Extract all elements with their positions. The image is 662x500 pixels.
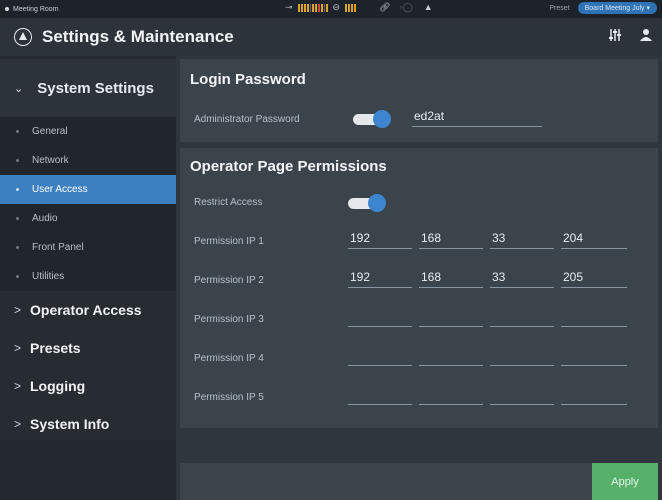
chevron-right-icon: > [14,379,22,393]
sidebar-section-operator-access[interactable]: > Operator Access [0,291,176,329]
ip5-octet-4[interactable] [561,385,627,405]
page-title: Settings & Maintenance [42,27,234,46]
restrict-access-label: Restrict Access [194,197,263,208]
apply-button[interactable]: Apply [592,463,658,500]
login-password-panel: Login Password Administrator Password ed… [180,59,658,142]
permission-ip-4-label: Permission IP 4 [194,353,264,364]
preset-value: Board Meeting July [584,5,645,12]
sidebar-item-general[interactable]: General [0,117,176,146]
admin-password-input[interactable]: ed2at [412,107,542,127]
sidebar: ⌄ System Settings General Network User A… [0,56,176,500]
permission-ip-2-label: Permission IP 2 [194,275,264,286]
mixer-icon[interactable] [608,28,622,42]
panel-title: Login Password [190,71,306,88]
status-bar: Meeting Room ⊸ ⊖ 🔗︎ ◦◯ ▲ Preset Board Me… [0,0,662,18]
ip5-octet-2[interactable] [419,385,483,405]
ip1-octet-4[interactable]: 204 [561,229,627,249]
preset-label: Preset [549,4,570,12]
ip1-octet-3[interactable]: 33 [490,229,554,249]
output-meter [345,3,357,12]
ip5-octet-3[interactable] [490,385,554,405]
permission-ip-3-label: Permission IP 3 [194,314,264,325]
sidebar-section-label: System Settings [37,79,154,97]
sidebar-section-label: Logging [30,378,86,394]
level-meters: ⊸ ⊖ 🔗︎ ◦◯ ▲ [285,3,433,12]
sidebar-section-presets[interactable]: > Presets [0,329,176,367]
mute-icon: ◦◯ [399,2,413,12]
sidebar-item-network[interactable]: Network [0,146,176,175]
ip4-octet-2[interactable] [419,346,483,366]
sidebar-item-utilities[interactable]: Utilities [0,262,176,291]
admin-password-label: Administrator Password [194,114,300,125]
user-icon[interactable] [640,28,652,42]
sidebar-section-label: System Info [30,416,110,432]
action-bar: Apply [180,463,658,500]
sidebar-section-label: Operator Access [30,302,142,318]
room-name: Meeting Room [13,5,59,13]
ip3-octet-3[interactable] [490,307,554,327]
link-icon[interactable]: 🔗︎ [379,3,390,12]
chevron-right-icon: > [14,303,22,317]
sidebar-item-user-access[interactable]: User Access [0,175,176,204]
ip3-octet-4[interactable] [561,307,627,327]
preset-selector[interactable]: Board Meeting July ▾ [577,2,657,14]
ip5-octet-1[interactable] [348,385,412,405]
ip2-octet-1[interactable]: 192 [348,268,412,288]
permission-ip-1-label: Permission IP 1 [194,236,264,247]
sidebar-section-label: Presets [30,340,81,356]
sidebar-section-logging[interactable]: > Logging [0,367,176,405]
preset-area: Preset Board Meeting July ▾ [549,2,657,14]
sidebar-section-system-info[interactable]: > System Info [0,405,176,443]
sidebar-section-system-settings[interactable]: ⌄ System Settings [0,59,176,117]
chevron-down-icon: ⌄ [14,82,24,95]
operator-permissions-panel: Operator Page Permissions Restrict Acces… [180,148,658,428]
ip1-octet-1[interactable]: 192 [348,229,412,249]
ip4-octet-1[interactable] [348,346,412,366]
sidebar-item-front-panel[interactable]: Front Panel [0,233,176,262]
main-content: Login Password Administrator Password ed… [176,56,662,500]
ip2-octet-3[interactable]: 33 [490,268,554,288]
app-header: Settings & Maintenance [0,18,662,56]
ip3-octet-1[interactable] [348,307,412,327]
ip3-octet-2[interactable] [419,307,483,327]
sidebar-footer [0,440,176,500]
connection-dot-icon [5,7,9,11]
sidebar-item-audio[interactable]: Audio [0,204,176,233]
chevron-right-icon: > [14,417,22,431]
ip2-octet-2[interactable]: 168 [419,268,483,288]
brand-logo-icon [14,28,32,46]
input-meter [297,3,328,12]
input-icon: ⊸ [285,2,293,12]
warning-icon[interactable]: ▲ [424,3,433,12]
chevron-right-icon: > [14,341,22,355]
ip1-octet-2[interactable]: 168 [419,229,483,249]
restrict-access-toggle[interactable] [348,194,388,212]
permission-ip-5-label: Permission IP 5 [194,392,264,403]
output-icon: ⊖ [332,2,341,12]
admin-password-toggle[interactable] [353,110,393,128]
ip2-octet-4[interactable]: 205 [561,268,627,288]
ip4-octet-4[interactable] [561,346,627,366]
ip4-octet-3[interactable] [490,346,554,366]
panel-title: Operator Page Permissions [190,158,387,175]
